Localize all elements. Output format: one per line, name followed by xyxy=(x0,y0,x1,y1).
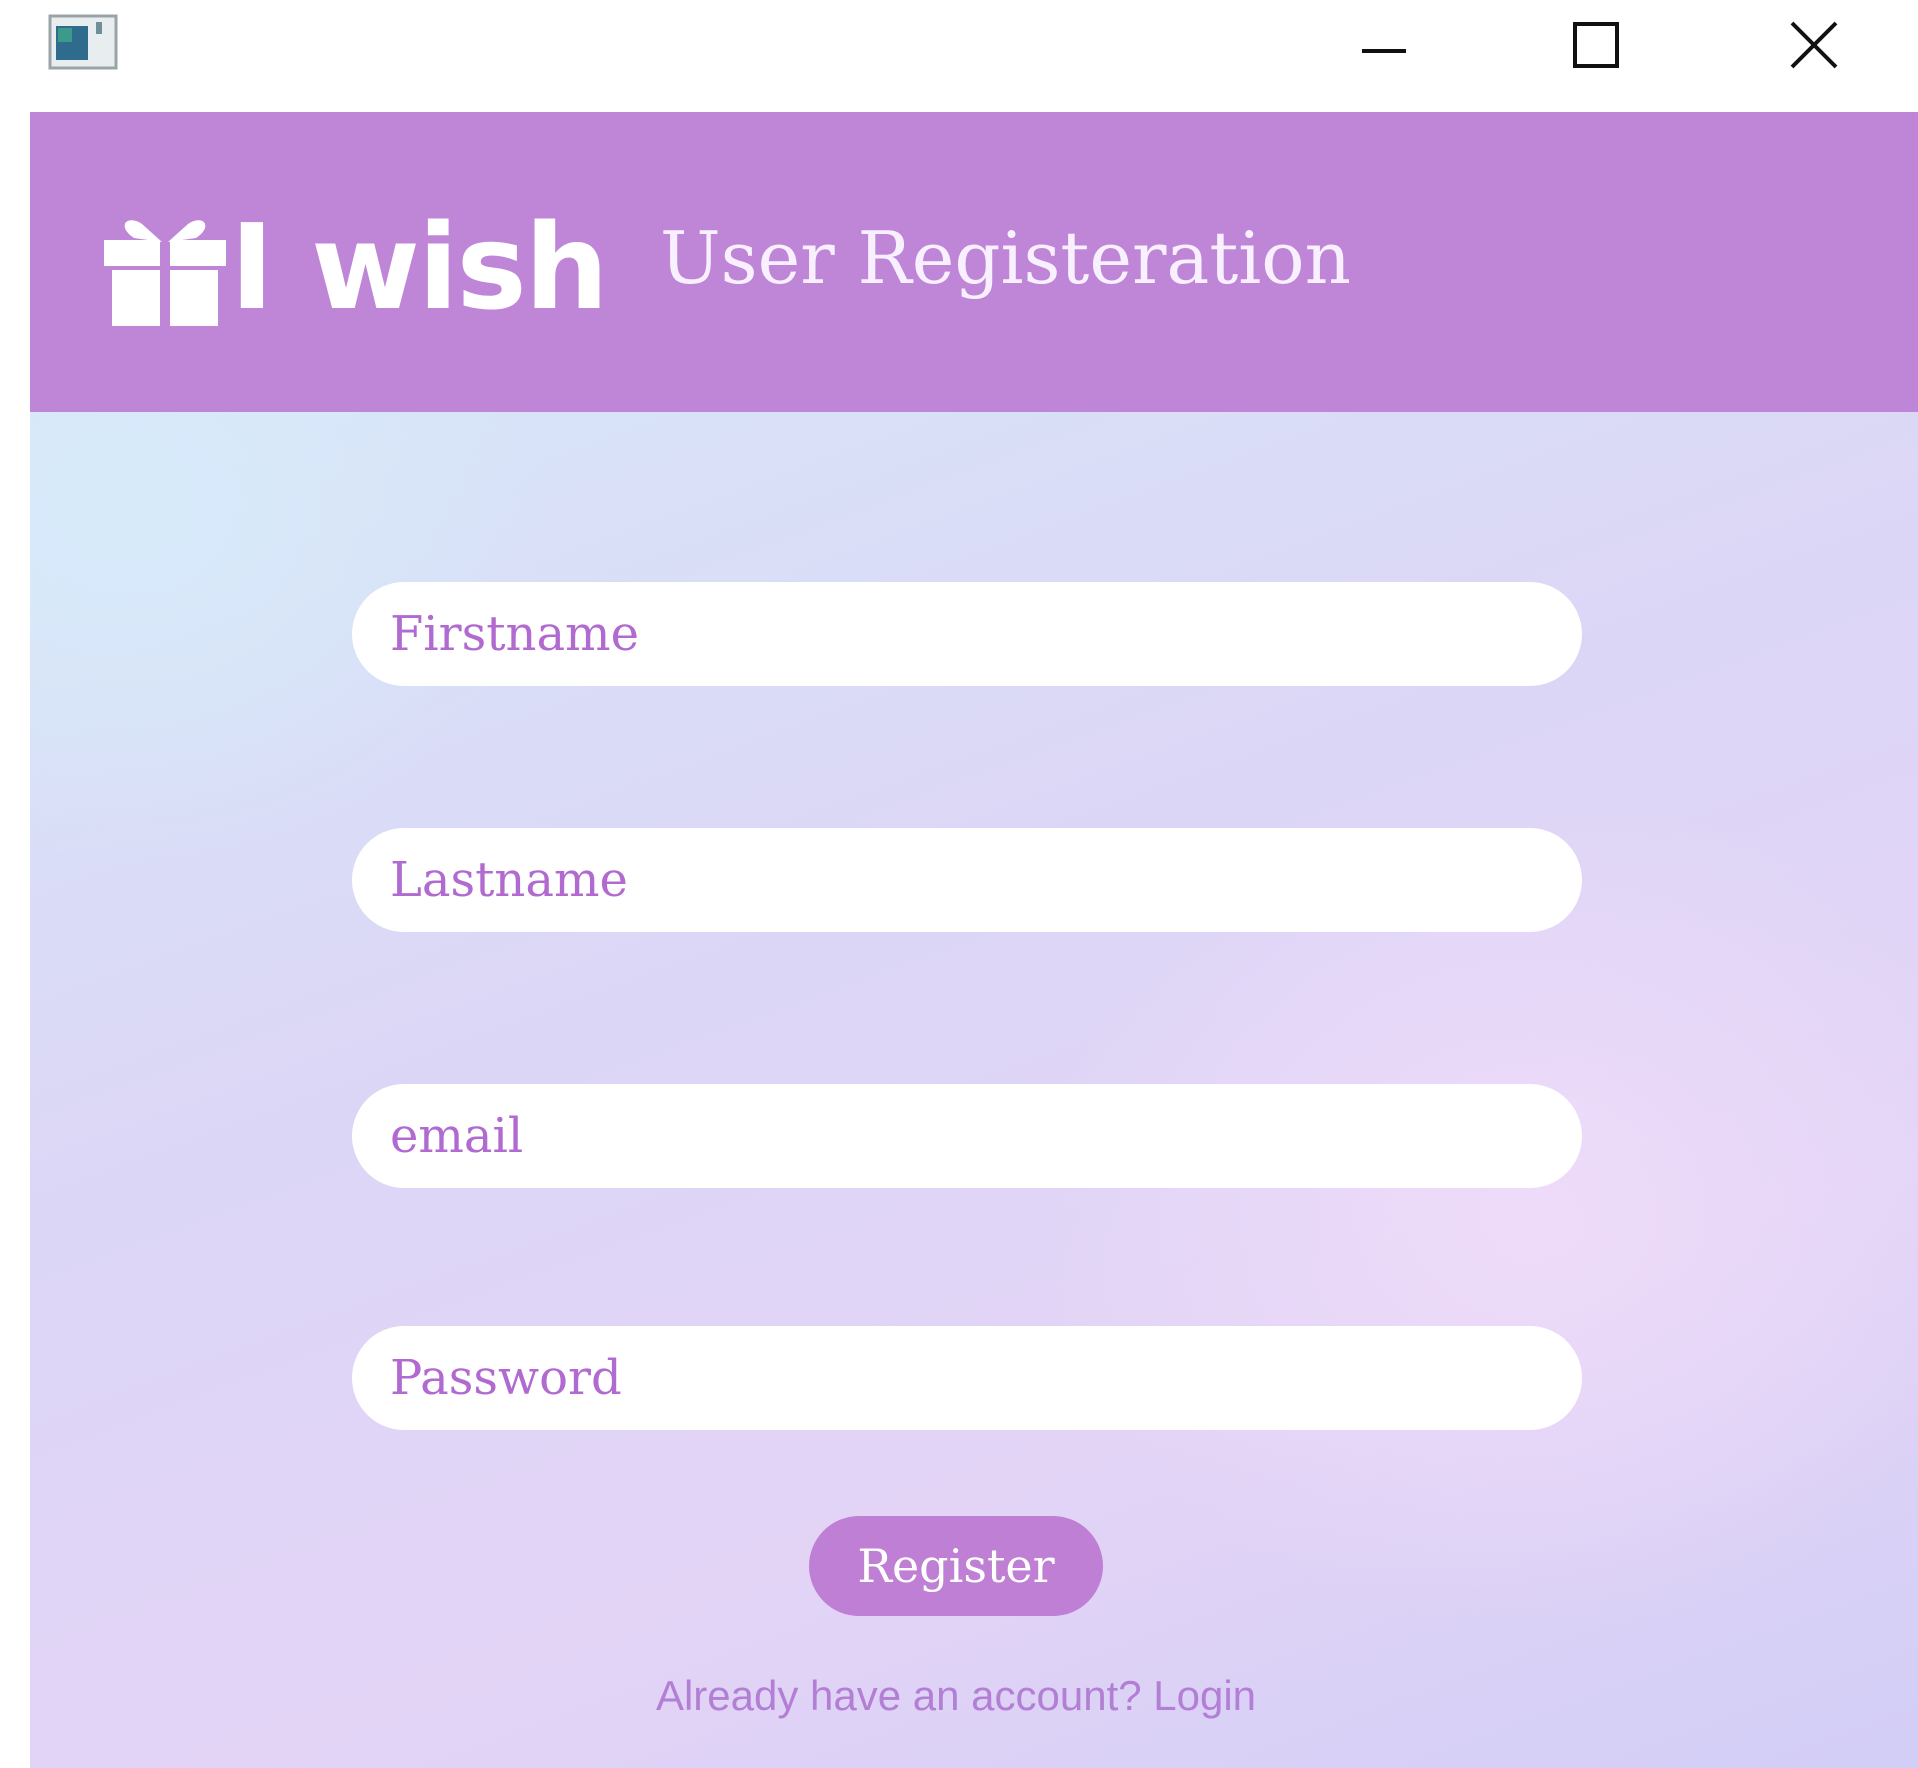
maximize-button[interactable] xyxy=(1546,10,1646,80)
page-title: User Registeration xyxy=(660,216,1351,300)
app-window: I wish User Registeration Register Alrea… xyxy=(30,112,1918,1768)
app-logo: I wish xyxy=(230,198,609,336)
password-input[interactable] xyxy=(352,1326,1582,1430)
close-button[interactable] xyxy=(1764,10,1864,80)
close-icon xyxy=(1790,21,1838,69)
firstname-input[interactable] xyxy=(352,582,1582,686)
app-window-icon xyxy=(48,14,118,70)
maximize-icon xyxy=(1573,22,1619,68)
login-link[interactable]: Already have an account? Login xyxy=(30,1672,1882,1720)
registration-form: Register Already have an account? Login xyxy=(30,412,1918,1768)
register-button[interactable]: Register xyxy=(809,1516,1103,1616)
lastname-input[interactable] xyxy=(352,828,1582,932)
app-header: I wish User Registeration xyxy=(30,112,1918,412)
minimize-button[interactable] xyxy=(1334,10,1434,80)
gift-icon xyxy=(104,220,226,326)
window-titlebar xyxy=(0,0,1918,112)
email-input[interactable] xyxy=(352,1084,1582,1188)
minimize-icon xyxy=(1362,49,1406,53)
